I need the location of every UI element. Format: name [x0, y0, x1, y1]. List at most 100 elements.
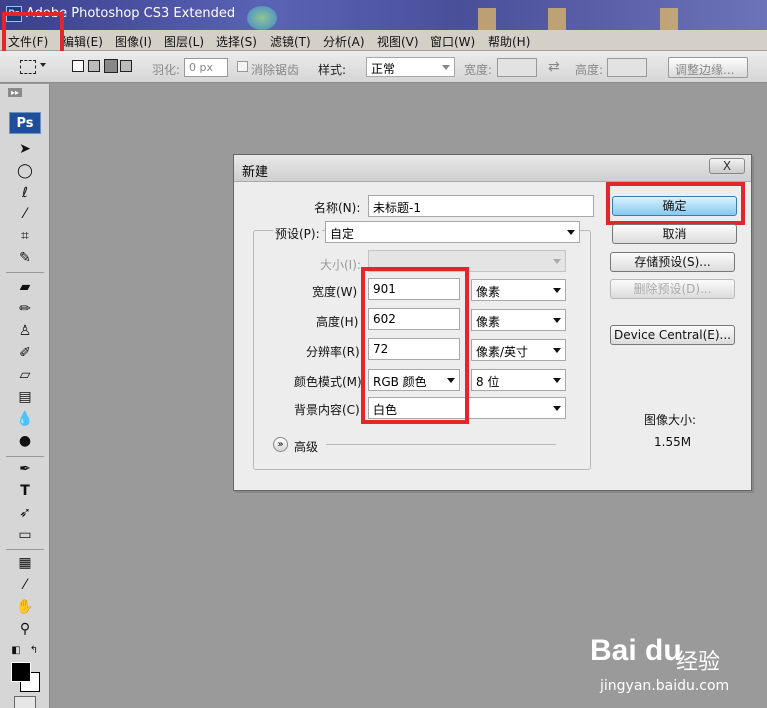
watermark-url: jingyan.baidu.com	[600, 678, 730, 694]
menu-layer[interactable]: 图层(L)	[164, 33, 204, 50]
image-size-label: 图像大小:	[644, 413, 697, 427]
desktop-folder-icon	[478, 8, 496, 30]
intersect-selection-icon[interactable]	[120, 60, 132, 72]
bit-depth-value: 8 位	[476, 375, 500, 389]
tool-preset-dropdown-icon[interactable]	[40, 63, 46, 67]
options-bar: 羽化: 0 px 消除锯齿 样式: 正常 宽度: ⇄ 高度: 调整边缘...	[0, 51, 767, 83]
height-label: 高度:	[575, 63, 604, 77]
swap-icon[interactable]: ⇄	[548, 59, 560, 75]
height-label: 高度(H)	[316, 315, 359, 329]
save-preset-button[interactable]: 存储预设(S)...	[610, 252, 735, 272]
close-icon[interactable]: X	[709, 158, 745, 174]
menu-view[interactable]: 视图(V)	[377, 33, 419, 50]
crop-icon[interactable]: ⌗	[15, 227, 35, 245]
baidu-watermark: Bai du 经验 jingyan.baidu.com	[588, 624, 767, 708]
menu-filter[interactable]: 滤镜(T)	[270, 33, 311, 50]
new-selection-icon[interactable]	[72, 60, 84, 72]
eraser-icon[interactable]: ▱	[15, 366, 35, 384]
chevron-down-icon	[553, 318, 561, 323]
pen-icon[interactable]: ✒	[15, 460, 35, 478]
healing-brush-icon[interactable]: ▰	[15, 278, 35, 296]
height-unit-value: 像素	[476, 315, 501, 329]
eyedropper-icon[interactable]: ⁄	[15, 576, 35, 594]
title-bar: Ps Adobe Photoshop CS3 Extended	[0, 0, 767, 30]
brush-icon[interactable]: ✏	[15, 300, 35, 318]
highlight-ok-button	[606, 182, 745, 225]
ps-logo[interactable]: Ps	[9, 112, 41, 134]
notes-icon[interactable]: ▦	[15, 554, 35, 572]
quick-mask-icon[interactable]	[14, 696, 36, 708]
resolution-unit-value: 像素/英寸	[476, 345, 529, 359]
width-input[interactable]	[497, 58, 537, 77]
expand-advanced-icon[interactable]: »	[273, 437, 288, 452]
device-central-button[interactable]: Device Central(E)...	[610, 325, 735, 345]
chevron-down-icon	[553, 259, 561, 264]
width-label: 宽度(W)	[312, 285, 358, 299]
feather-label: 羽化:	[152, 63, 181, 77]
highlight-value-fields	[361, 267, 469, 424]
chevron-down-icon	[553, 378, 561, 383]
size-label: 大小(I):	[320, 258, 361, 272]
elliptical-marquee-icon[interactable]: ◯	[15, 162, 35, 180]
type-icon[interactable]: T	[15, 482, 35, 500]
resolution-unit-select[interactable]: 像素/英寸	[471, 339, 566, 361]
history-brush-icon[interactable]: ✐	[15, 344, 35, 362]
bit-depth-select[interactable]: 8 位	[471, 369, 566, 391]
hand-icon[interactable]: ✋	[15, 598, 35, 616]
marquee-tool-icon[interactable]	[20, 60, 36, 74]
desktop-folder-icon	[548, 8, 566, 30]
toolbox-grip-icon[interactable]: ▸▸	[8, 88, 22, 97]
chevron-down-icon	[442, 65, 450, 70]
menu-image[interactable]: 图像(I)	[115, 33, 152, 50]
width-unit-select[interactable]: 像素	[471, 279, 566, 301]
width-unit-value: 像素	[476, 285, 501, 299]
move-tool-icon[interactable]: ➤	[15, 140, 35, 158]
add-selection-icon[interactable]	[88, 60, 100, 72]
magic-wand-icon[interactable]: ⁄	[15, 205, 35, 223]
menu-edit[interactable]: 编辑(E)	[62, 33, 103, 50]
dialog-title-bar: 新建	[234, 155, 751, 182]
lasso-icon[interactable]: ℓ	[15, 184, 35, 202]
gradient-icon[interactable]: ▤	[15, 388, 35, 406]
style-select[interactable]: 正常	[366, 57, 455, 77]
preset-select[interactable]: 自定	[325, 221, 580, 243]
preset-label: 预设(P):	[273, 225, 322, 242]
default-colors-icon[interactable]: ◧	[10, 642, 22, 660]
feather-input[interactable]: 0 px	[184, 58, 228, 77]
toolbox-divider	[6, 272, 44, 273]
clone-stamp-icon[interactable]: ♙	[15, 322, 35, 340]
subtract-selection-icon[interactable]	[104, 59, 118, 73]
style-select-value: 正常	[371, 62, 396, 76]
blur-icon[interactable]: 💧	[15, 410, 35, 428]
antialias-checkbox[interactable]	[237, 61, 248, 72]
rectangle-shape-icon[interactable]: ▭	[15, 526, 35, 544]
cancel-button[interactable]: 取消	[612, 224, 737, 244]
desktop-icon	[247, 6, 277, 30]
dialog-title: 新建	[242, 165, 269, 180]
zoom-icon[interactable]: ⚲	[15, 620, 35, 638]
chevron-down-icon	[553, 288, 561, 293]
menu-window[interactable]: 窗口(W)	[430, 33, 475, 50]
swap-colors-icon[interactable]: ↰	[28, 642, 40, 660]
height-input[interactable]	[607, 58, 647, 77]
foreground-color-swatch[interactable]	[11, 662, 31, 682]
name-input[interactable]: 未标题-1	[368, 195, 594, 217]
slice-icon[interactable]: ✎	[15, 249, 35, 267]
delete-preset-button: 删除预设(D)...	[610, 279, 735, 299]
menu-help[interactable]: 帮助(H)	[488, 33, 530, 50]
desktop-folder-icon	[660, 8, 678, 30]
preset-select-value: 自定	[330, 227, 355, 241]
height-unit-select[interactable]: 像素	[471, 309, 566, 331]
refine-edge-button[interactable]: 调整边缘...	[668, 57, 748, 78]
image-size-value: 1.55M	[654, 435, 692, 449]
path-selection-icon[interactable]: ➶	[15, 504, 35, 522]
toolbox: ▸▸ Ps ➤ ◯ ℓ ⁄ ⌗ ✎ ▰ ✏ ♙ ✐ ▱ ▤ 💧 ● ✒ T ➶ …	[0, 84, 50, 708]
menu-bar: 文件(F) 编辑(E) 图像(I) 图层(L) 选择(S) 滤镜(T) 分析(A…	[0, 30, 767, 51]
chevron-down-icon	[553, 348, 561, 353]
menu-select[interactable]: 选择(S)	[216, 33, 257, 50]
advanced-label[interactable]: 高级	[294, 438, 318, 455]
antialias-label: 消除锯齿	[251, 63, 300, 77]
name-label: 名称(N):	[314, 201, 361, 215]
dodge-icon[interactable]: ●	[15, 432, 35, 450]
menu-analysis[interactable]: 分析(A)	[323, 33, 365, 50]
